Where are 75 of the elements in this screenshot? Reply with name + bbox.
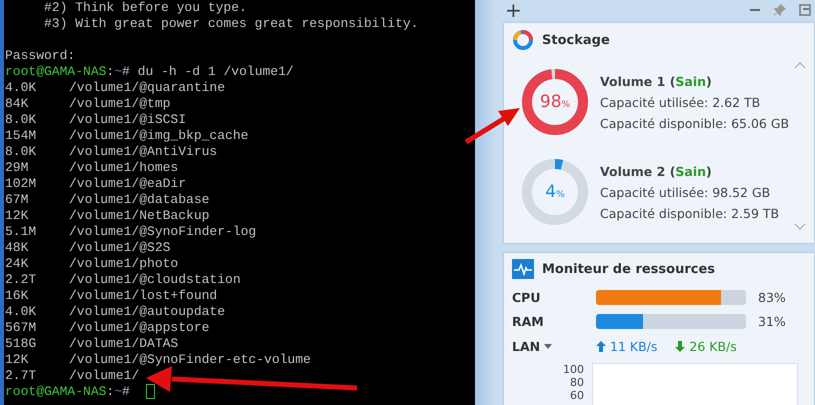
annotation-arrow [464,108,520,144]
size-text: 5.1M [5,224,38,240]
path-text: /volume1/@img_bkp_cache [69,128,248,144]
caret-icon[interactable] [544,344,552,348]
size-text: 84K [5,96,30,112]
storage-icon [512,29,534,51]
size-text: 154M [5,128,38,144]
path-text: /volume1/@SynoFinder-etc-volume [69,352,311,368]
percent-text: 4% [545,182,565,202]
command-line: root@GAMA-NAS:~# du -h -d 1 /volume1/ [5,64,295,80]
card-title: Stockage [542,32,610,48]
path-text: /volume1/ [69,368,140,384]
size-text: 8.0K [5,144,38,160]
size-text: 8.0K [5,112,38,128]
size-text: 16K [5,288,30,304]
path-text: /volume1/@iSCSI [69,112,186,128]
size-text: 29M [5,160,30,176]
volume-name: Volume 1 (Sain) [600,74,713,88]
free-capacity: Capacité disponible: 65.06 GB [600,116,790,130]
used-capacity: Capacité utilisée: 98.52 GB [600,184,772,200]
terminal-line: #3) With great power comes great responsibility. [43,16,420,32]
add-button[interactable]: + [505,0,737,20]
size-text: 12K [5,352,30,368]
axis-tick: 60 [570,389,584,402]
size-text: 12K [5,208,30,224]
pulse-icon [512,259,534,279]
download-rate: 26 KB/s [689,338,737,354]
lan-dropdown[interactable]: LAN [512,338,540,354]
prompt-text: root@GAMA-NAS:~# [5,384,131,399]
meter-reading: 83% [758,290,786,304]
axis-tick: 100 [563,363,584,376]
axis-tick: 80 [570,376,584,389]
size-text: 4.0K [5,80,38,96]
used-capacity: Capacité utilisée: 2.62 TB [600,94,762,110]
path-text: /volume1/@autoupdate [69,304,226,320]
percent-text: 98% [540,92,570,112]
path-text: /volume1/DATAS [69,336,178,352]
path-text: /volume1/NetBackup [69,208,210,224]
path-text: /volume1/@tmp [69,96,170,112]
cursor-icon [146,384,155,400]
scroll-up-icon[interactable] [794,61,806,69]
path-text: /volume1/@AntiVirus [69,144,218,160]
volume-name: Volume 2 (Sain) [600,164,713,178]
size-text: 2.2T [5,272,38,288]
size-text: 567M [5,320,38,336]
path-text: /volume1/lost+found [69,288,218,304]
path-text: /volume1/@appstore [69,320,210,336]
size-text: 48K [5,240,30,256]
meter-label: CPU [512,290,542,304]
size-text: 24K [5,256,30,272]
path-text: /volume1/photo [69,256,178,272]
size-text: 518G [5,336,38,352]
terminal-line: #2) Think before you type. [43,0,248,16]
size-text: 4.0K [5,304,38,320]
password-prompt: Password: [5,48,76,64]
upload-icon [596,340,606,352]
scroll-down-icon[interactable] [794,223,806,231]
path-text: /volume1/homes [69,160,178,176]
download-icon [675,340,686,352]
widgets-icon[interactable] [799,3,811,17]
free-capacity: Capacité disponible: 2.59 TB [600,206,780,220]
path-text: /volume1/@database [69,192,210,208]
card-title: Moniteur de ressources [542,262,716,276]
upload-rate: 11 KB/s [610,338,658,354]
size-text: 102M [5,176,38,192]
size-text: 67M [5,192,30,208]
path-text: /volume1/@SynoFinder-log [69,224,256,240]
path-text: /volume1/@S2S [69,240,170,256]
path-text: /volume1/@quarantine [69,80,226,96]
size-text: 2.7T [5,368,38,384]
meter-reading: 31% [758,314,786,328]
pin-icon[interactable] [773,3,787,17]
path-text: /volume1/@cloudstation [69,272,241,288]
meter-label: RAM [512,314,545,328]
path-text: /volume1/@eaDir [69,176,186,192]
